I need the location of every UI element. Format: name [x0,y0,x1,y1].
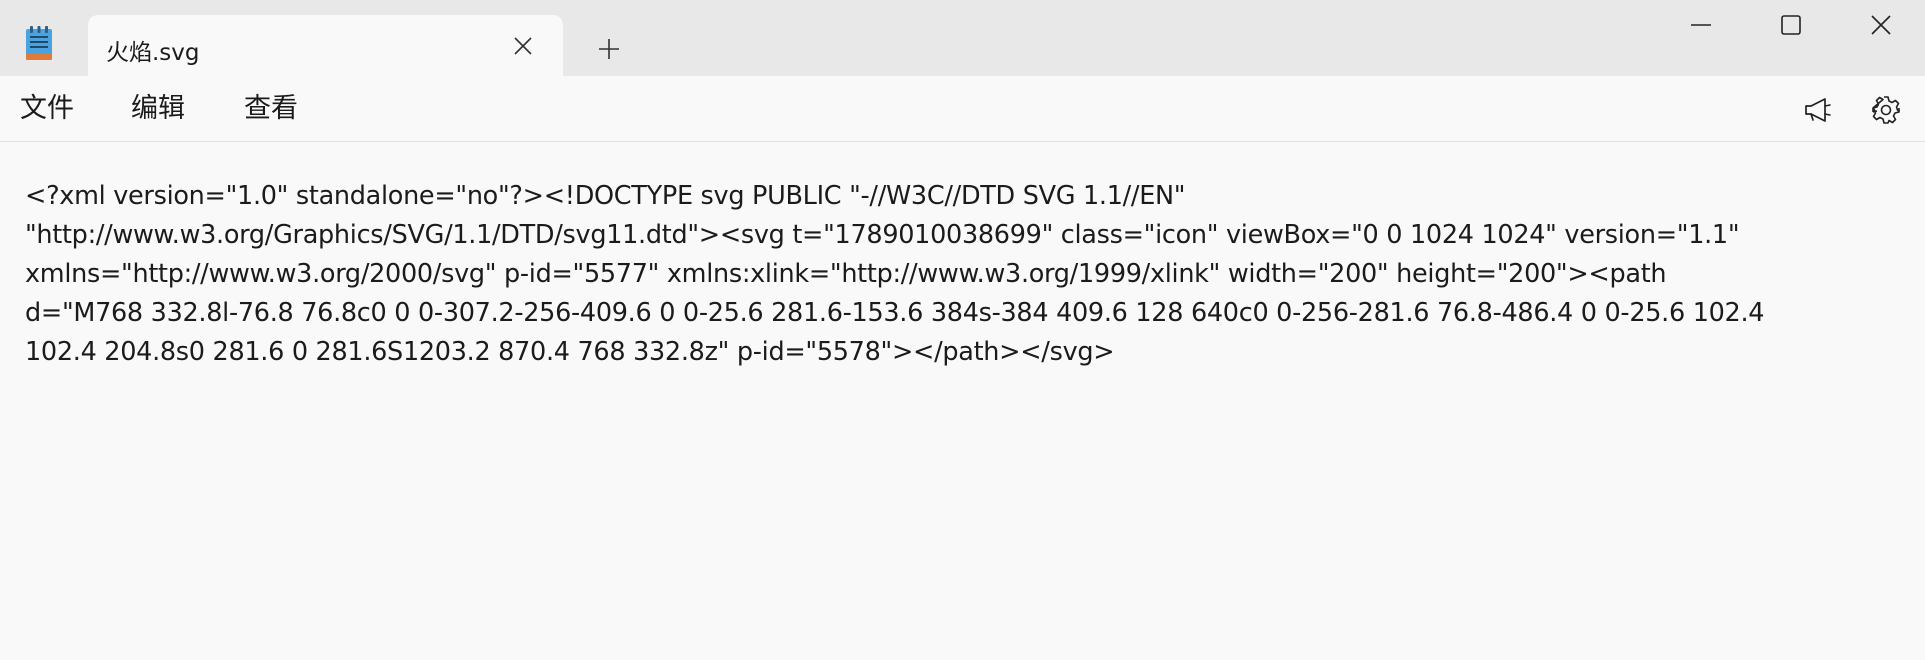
editor-line: "http://www.w3.org/Graphics/SVG/1.1/DTD/… [25,220,1740,250]
editor-content[interactable]: <?xml version="1.0" standalone="no"?><!D… [25,177,1905,372]
title-bar[interactable]: 火焰.svg [0,0,1925,76]
tab-active-file[interactable]: 火焰.svg [88,15,563,76]
editor-line: d="M768 332.8l-76.8 76.8c0 0 0-307.2-256… [25,298,1765,328]
close-window-icon[interactable] [1836,0,1925,50]
gear-icon[interactable] [1866,90,1906,130]
tab-title: 火焰.svg [106,40,200,66]
text-editor[interactable]: <?xml version="1.0" standalone="no"?><!D… [0,142,1925,660]
notepad-window: 火焰.svg 文件 编辑 查看 <?xml version="1.0" stan… [0,0,1925,660]
notepad-icon [24,26,54,62]
editor-line: xmlns="http://www.w3.org/2000/svg" p-id=… [25,259,1667,289]
maximize-icon[interactable] [1746,0,1836,50]
close-icon[interactable] [508,31,538,61]
menu-edit[interactable]: 编辑 [121,91,195,127]
editor-line: <?xml version="1.0" standalone="no"?><!D… [25,181,1186,211]
editor-line: 102.4 204.8s0 281.6 0 281.6S1203.2 870.4… [25,337,1115,367]
menu-file[interactable]: 文件 [10,91,84,127]
minimize-icon[interactable] [1656,0,1746,50]
menu-bar: 文件 编辑 查看 [0,76,1925,142]
megaphone-icon[interactable] [1798,90,1838,130]
plus-icon[interactable] [592,32,626,66]
menu-view[interactable]: 查看 [234,91,308,127]
